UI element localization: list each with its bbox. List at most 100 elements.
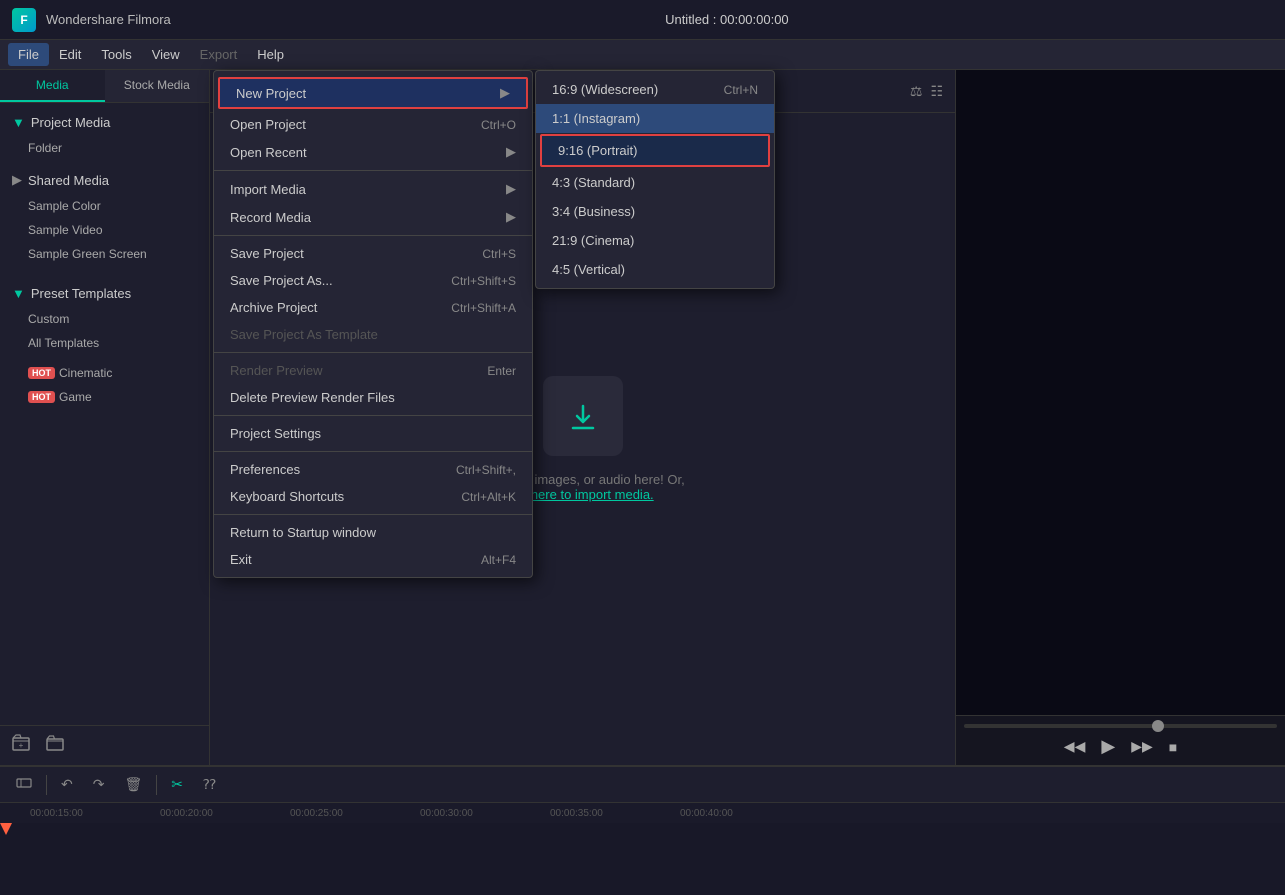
redo-button[interactable]: ↷ [87, 773, 111, 796]
submenu-portrait[interactable]: 9:16 (Portrait) [540, 134, 770, 167]
menu-separator [214, 451, 532, 452]
sidebar-item-preset-templates[interactable]: ▼ Preset Templates [0, 280, 209, 307]
sidebar-item-sample-green-screen[interactable]: Sample Green Screen [0, 242, 209, 266]
menu-edit[interactable]: Edit [49, 43, 91, 66]
menu-help[interactable]: Help [247, 43, 294, 66]
sidebar-item-game[interactable]: HOT Game [0, 385, 209, 409]
delete-button[interactable]: 🗑 [118, 773, 148, 796]
submenu-business[interactable]: 3:4 (Business) [536, 197, 774, 226]
menu-preferences[interactable]: Preferences Ctrl+Shift+, [214, 456, 532, 483]
menu-delete-preview[interactable]: Delete Preview Render Files [214, 384, 532, 411]
menu-import-media[interactable]: Import Media ▶ [214, 175, 532, 203]
sidebar-item-cinematic[interactable]: HOT Cinematic [0, 361, 209, 385]
ruler-mark: 00:00:25:00 [290, 808, 343, 819]
open-recent-label: Open Recent [230, 145, 307, 160]
menu-bar: File Edit Tools View Export Help [0, 40, 1285, 70]
add-folder-icon[interactable]: + [12, 734, 30, 757]
sidebar-item-folder[interactable]: Folder [0, 136, 209, 160]
open-project-label: Open Project [230, 117, 306, 132]
archive-project-shortcut: Ctrl+Shift+A [451, 301, 516, 315]
menu-project-settings[interactable]: Project Settings [214, 420, 532, 447]
menu-exit[interactable]: Exit Alt+F4 [214, 546, 532, 573]
sidebar: Media Stock Media ▼ Project Media Folder… [0, 70, 210, 765]
arrow-down-icon: ▼ [12, 115, 25, 130]
arrow-right-icon: ▶ [12, 172, 22, 188]
sidebar-item-sample-video[interactable]: Sample Video [0, 218, 209, 242]
menu-export[interactable]: Export [190, 43, 248, 66]
menu-record-media[interactable]: Record Media ▶ [214, 203, 532, 231]
app-logo: F [12, 8, 36, 32]
record-media-label: Record Media [230, 210, 311, 225]
timeline: ↶ ↷ 🗑 ✂ ⁇ 00:00:15:00 00:00:20:00 00:00:… [0, 765, 1285, 895]
return-startup-label: Return to Startup window [230, 525, 376, 540]
folder-icon[interactable] [46, 734, 64, 757]
menu-open-project[interactable]: Open Project Ctrl+O [214, 111, 532, 138]
submenu-standard[interactable]: 4:3 (Standard) [536, 168, 774, 197]
menu-archive-project[interactable]: Archive Project Ctrl+Shift+A [214, 294, 532, 321]
sidebar-item-all-templates[interactable]: All Templates [0, 331, 209, 355]
keyboard-shortcuts-shortcut: Ctrl+Alt+K [461, 490, 516, 504]
menu-separator [214, 235, 532, 236]
sidebar-label-game: Game [59, 390, 92, 404]
menu-save-project-as[interactable]: Save Project As... Ctrl+Shift+S [214, 267, 532, 294]
sidebar-item-label: Project Media [31, 115, 110, 130]
hot-badge-game: HOT [28, 391, 55, 403]
seekbar-thumb[interactable] [1152, 720, 1164, 732]
sidebar-tabs: Media Stock Media [0, 70, 209, 103]
playback-buttons: ◀◀ ▶ ▶▶ ■ [964, 736, 1277, 757]
submenu-arrow: ▶ [500, 85, 510, 101]
menu-file[interactable]: File [8, 43, 49, 66]
save-project-label: Save Project [230, 246, 304, 261]
menu-open-recent[interactable]: Open Recent ▶ [214, 138, 532, 166]
standard-label: 4:3 (Standard) [552, 175, 635, 190]
tab-stock-media[interactable]: Stock Media [105, 70, 210, 102]
next-frame-button[interactable]: ▶▶ [1131, 738, 1153, 755]
sidebar-item-sample-color[interactable]: Sample Color [0, 194, 209, 218]
menu-view[interactable]: View [142, 43, 190, 66]
menu-tools[interactable]: Tools [91, 43, 141, 66]
seekbar[interactable] [964, 724, 1277, 728]
tab-media[interactable]: Media [0, 70, 105, 102]
timeline-toolbar: ↶ ↷ 🗑 ✂ ⁇ [0, 767, 1285, 803]
undo-button[interactable]: ↶ [55, 773, 79, 796]
grid-icon[interactable]: ☷ [930, 83, 943, 100]
render-preview-label: Render Preview [230, 363, 323, 378]
stop-button[interactable]: ■ [1169, 739, 1177, 755]
submenu-instagram[interactable]: 1:1 (Instagram) [536, 104, 774, 133]
render-preview-shortcut: Enter [487, 364, 516, 378]
sidebar-item-shared-media[interactable]: ▶ Shared Media [0, 166, 209, 194]
preferences-shortcut: Ctrl+Shift+, [456, 463, 516, 477]
menu-return-startup[interactable]: Return to Startup window [214, 519, 532, 546]
prev-frame-button[interactable]: ◀◀ [1064, 738, 1086, 755]
play-button[interactable]: ▶ [1101, 736, 1115, 757]
timeline-body: 00:00:15:00 00:00:20:00 00:00:25:00 00:0… [0, 803, 1285, 895]
menu-separator [214, 170, 532, 171]
open-recent-arrow: ▶ [506, 144, 516, 160]
hot-badge-cinematic: HOT [28, 367, 55, 379]
magnet-button[interactable]: ⁇ [197, 773, 222, 796]
save-as-template-label: Save Project As Template [230, 327, 378, 342]
preview-controls: ◀◀ ▶ ▶▶ ■ [956, 715, 1285, 765]
menu-new-project[interactable]: New Project ▶ [218, 77, 528, 109]
save-project-as-shortcut: Ctrl+Shift+S [451, 274, 516, 288]
menu-keyboard-shortcuts[interactable]: Keyboard Shortcuts Ctrl+Alt+K [214, 483, 532, 510]
save-project-as-label: Save Project As... [230, 273, 333, 288]
menu-render-preview: Render Preview Enter [214, 357, 532, 384]
sidebar-item-project-media[interactable]: ▼ Project Media [0, 109, 209, 136]
timeline-add-track[interactable] [10, 772, 38, 797]
app-name: Wondershare Filmora [46, 12, 171, 27]
filter-icon[interactable]: ⚖ [910, 83, 923, 100]
right-panel: ◀◀ ▶ ▶▶ ■ [955, 70, 1285, 765]
submenu-vertical[interactable]: 4:5 (Vertical) [536, 255, 774, 284]
sidebar-item-label: Shared Media [28, 173, 109, 188]
scissors-button[interactable]: ✂ [165, 773, 189, 796]
sidebar-bottom: + [0, 725, 209, 765]
menu-save-project[interactable]: Save Project Ctrl+S [214, 240, 532, 267]
import-media-label: Import Media [230, 182, 306, 197]
project-title: Untitled : 00:00:00:00 [665, 12, 789, 27]
sidebar-item-custom[interactable]: Custom [0, 307, 209, 331]
menu-save-as-template: Save Project As Template [214, 321, 532, 348]
ruler-mark: 00:00:20:00 [160, 808, 213, 819]
submenu-cinema[interactable]: 21:9 (Cinema) [536, 226, 774, 255]
submenu-widescreen[interactable]: 16:9 (Widescreen) Ctrl+N [536, 75, 774, 104]
